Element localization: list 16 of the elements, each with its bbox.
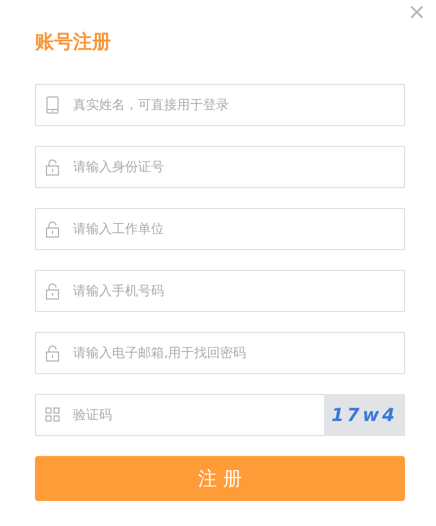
input-field[interactable]: 请输入工作单位 xyxy=(35,208,405,250)
register-button[interactable]: 注 册 xyxy=(35,456,405,501)
lock-icon xyxy=(45,282,60,300)
input-field[interactable]: 请输入手机号码 xyxy=(35,270,405,312)
lock-icon xyxy=(45,344,60,362)
lock-icon xyxy=(45,158,60,176)
phone-icon xyxy=(45,96,60,114)
input-field[interactable]: 请输入电子邮箱,用于找回密码 xyxy=(35,332,405,374)
captcha-field[interactable]: 验证码 xyxy=(35,394,324,436)
input-field[interactable]: 真实姓名，可直接用于登录 xyxy=(35,84,405,126)
lock-icon xyxy=(45,220,60,238)
close-button[interactable]: × xyxy=(404,1,430,25)
dialog-title: 账号注册 xyxy=(35,30,112,54)
qr-code-icon xyxy=(45,406,60,424)
input-field[interactable]: 请输入身份证号 xyxy=(35,146,405,188)
captcha-image[interactable]: 17w4 xyxy=(324,394,405,436)
